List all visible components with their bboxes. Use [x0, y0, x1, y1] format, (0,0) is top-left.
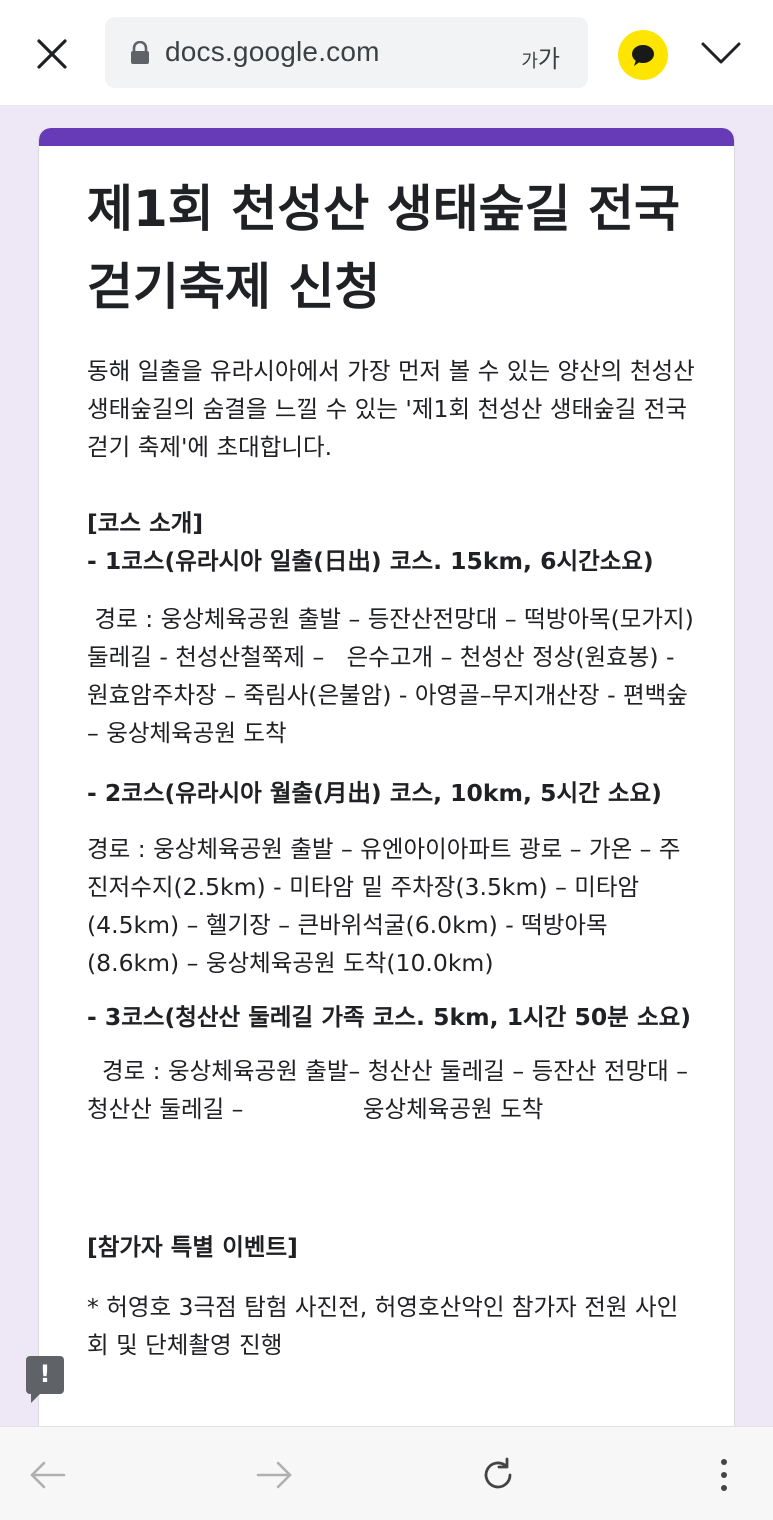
text-size-large-label: 가: [537, 45, 560, 73]
url-text: docs.google.com: [165, 36, 380, 67]
form-description: 동해 일출을 유라시아에서 가장 먼저 볼 수 있는 양산의 천성산 생태숲길의…: [87, 352, 697, 1364]
course-heading: [코스 소개]: [87, 509, 204, 537]
form-header-card: 제1회 천성산 생태숲길 전국 걷기축제 신청 동해 일출을 유라시아에서 가장…: [38, 128, 735, 1448]
course3-route: 경로 : 웅상체육공원 출발– 청산산 둘레길 – 등잔산 전망대 – 청산산 …: [87, 1057, 696, 1123]
text-size-small-label: 가: [521, 51, 538, 72]
browser-bottom-nav: [0, 1426, 773, 1520]
lock-icon: [129, 40, 151, 65]
text-size-button[interactable]: 가가: [521, 39, 560, 74]
kakaotalk-speech-bubble-icon[interactable]: [618, 30, 668, 80]
intro-text: 동해 일출을 유라시아에서 가장 먼저 볼 수 있는 양산의 천성산 생태숲길의…: [87, 357, 703, 461]
more-options-icon[interactable]: [704, 1455, 744, 1495]
report-feedback-icon[interactable]: !: [26, 1356, 64, 1403]
course1-title: - 1코스(유라시아 일출(日出) 코스. 15km, 6시간소요): [87, 547, 654, 575]
course1-route: 경로 : 웅상체육공원 출발 – 등잔산전망대 – 떡방아목(모가지) 둘레길 …: [87, 605, 702, 747]
event-heading: [참가자 특별 이벤트]: [87, 1233, 298, 1261]
form-title: 제1회 천성산 생태숲길 전국 걷기축제 신청: [87, 180, 681, 316]
close-icon[interactable]: [30, 32, 74, 76]
feedback-mark: !: [39, 1360, 51, 1388]
reload-icon[interactable]: [478, 1455, 518, 1495]
course3-title: - 3코스(청산산 둘레길 가족 코스. 5km, 1시간 50분 소요): [87, 1003, 691, 1031]
event-item: * 허영호 3극점 탐험 사진전, 허영호산악인 참가자 전원 사인회 및 단체…: [87, 1293, 679, 1359]
address-bar[interactable]: docs.google.com 가가: [105, 17, 588, 88]
browser-toolbar: docs.google.com 가가: [0, 0, 773, 105]
chevron-down-icon[interactable]: [698, 38, 744, 68]
form-accent-bar: [39, 128, 734, 146]
back-arrow-icon[interactable]: [28, 1455, 68, 1495]
forward-arrow-icon[interactable]: [254, 1455, 294, 1495]
course2-title: - 2코스(유라시아 월출(月出) 코스, 10km, 5시간 소요): [87, 779, 662, 807]
course2-route: 경로 : 웅상체육공원 출발 – 유엔아이아파트 광로 – 가온 – 주진저수지…: [87, 835, 681, 977]
